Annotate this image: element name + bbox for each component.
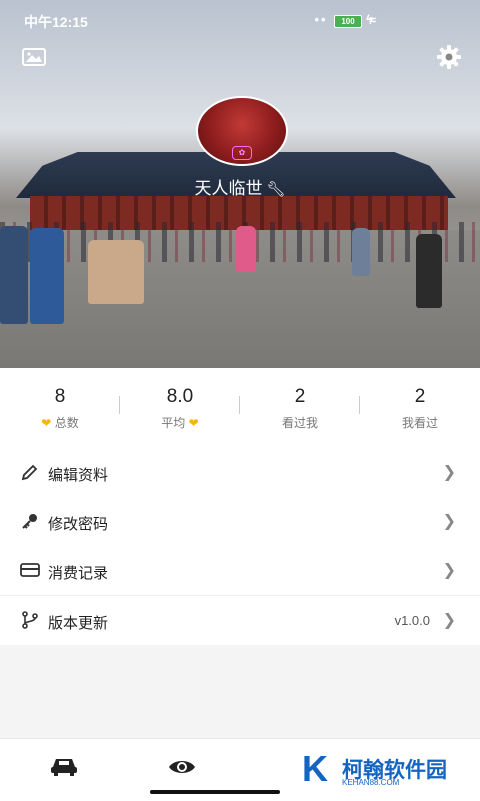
avatar[interactable]: ✿ bbox=[196, 96, 288, 166]
stat-viewed-me[interactable]: 2 看过我 bbox=[240, 368, 360, 448]
home-indicator[interactable] bbox=[150, 790, 280, 794]
avatar-badge-icon: ✿ bbox=[232, 146, 252, 160]
charging-icon: ϟ bbox=[366, 12, 373, 27]
stat-value: 8.0 bbox=[166, 386, 194, 407]
chevron-right-icon: ❯ bbox=[442, 513, 456, 530]
status-bar: 中午12:15 •• ☺ ▮ ≈ 100 ϟ bbox=[0, 0, 480, 40]
watermark-subtitle: KEHAN88.COM bbox=[342, 778, 400, 787]
background-person bbox=[416, 234, 442, 308]
menu-item-purchase-history[interactable]: 消费记录 ❯ bbox=[0, 546, 480, 595]
background-person bbox=[88, 240, 144, 304]
stat-i-viewed[interactable]: 2 我看过 bbox=[360, 368, 480, 448]
settings-menu: 编辑资料 ❯ 修改密码 ❯ 消费记录 ❯ 版本更新 v1.0.0 ❯ bbox=[0, 448, 480, 645]
branch-icon bbox=[22, 611, 38, 629]
menu-item-change-password[interactable]: 修改密码 ❯ bbox=[0, 497, 480, 546]
key-icon bbox=[22, 514, 37, 529]
gear-icon[interactable] bbox=[436, 44, 462, 70]
stat-value: 2 bbox=[294, 386, 306, 407]
stat-label: 看过我 bbox=[281, 416, 318, 430]
heart-icon: ❤ bbox=[41, 416, 52, 430]
background-person bbox=[236, 226, 256, 272]
image-icon[interactable] bbox=[22, 48, 46, 66]
menu-item-label: 修改密码 bbox=[48, 516, 109, 533]
stat-label: 我看过 bbox=[401, 416, 438, 430]
menu-item-version-update[interactable]: 版本更新 v1.0.0 ❯ bbox=[0, 596, 480, 645]
nickname: 天人临世 bbox=[194, 179, 263, 198]
nickname-row[interactable]: 天人临世 🔧︎ bbox=[0, 174, 480, 199]
version-value: v1.0.0 bbox=[394, 613, 430, 628]
stat-value: 2 bbox=[414, 386, 426, 407]
stat-value: 8 bbox=[54, 386, 66, 407]
watermark-logo: K 柯翰软件园 KEHAN88.COM bbox=[298, 748, 474, 792]
heart-icon: ❤ bbox=[188, 416, 199, 430]
status-time: 中午12:15 bbox=[24, 14, 88, 30]
background-person bbox=[0, 226, 28, 324]
wrench-icon[interactable]: 🔧︎ bbox=[266, 181, 285, 198]
background-person bbox=[30, 228, 64, 324]
card-icon bbox=[20, 563, 40, 577]
menu-item-edit-profile[interactable]: 编辑资料 ❯ bbox=[0, 448, 480, 497]
stat-label: 总数 bbox=[54, 416, 79, 430]
chevron-right-icon: ❯ bbox=[442, 562, 456, 579]
menu-item-label: 消费记录 bbox=[48, 565, 109, 582]
battery-icon: 100 bbox=[334, 15, 362, 28]
chevron-right-icon: ❯ bbox=[442, 464, 456, 481]
stat-label: 平均 bbox=[161, 416, 186, 430]
background-person bbox=[352, 228, 370, 276]
chevron-right-icon: ❯ bbox=[442, 612, 456, 629]
stat-total[interactable]: 8 ❤ 总数 bbox=[0, 368, 120, 448]
eye-icon[interactable] bbox=[168, 757, 196, 777]
pencil-icon bbox=[21, 464, 38, 481]
car-icon[interactable] bbox=[50, 757, 78, 777]
watermark-letter: K bbox=[302, 748, 328, 789]
menu-item-label: 编辑资料 bbox=[48, 467, 109, 484]
menu-item-label: 版本更新 bbox=[48, 615, 109, 632]
stats-bar: 8 ❤ 总数 8.0 平均 ❤ 2 看过我 2 我看过 bbox=[0, 368, 480, 448]
stat-average[interactable]: 8.0 平均 ❤ bbox=[120, 368, 240, 448]
